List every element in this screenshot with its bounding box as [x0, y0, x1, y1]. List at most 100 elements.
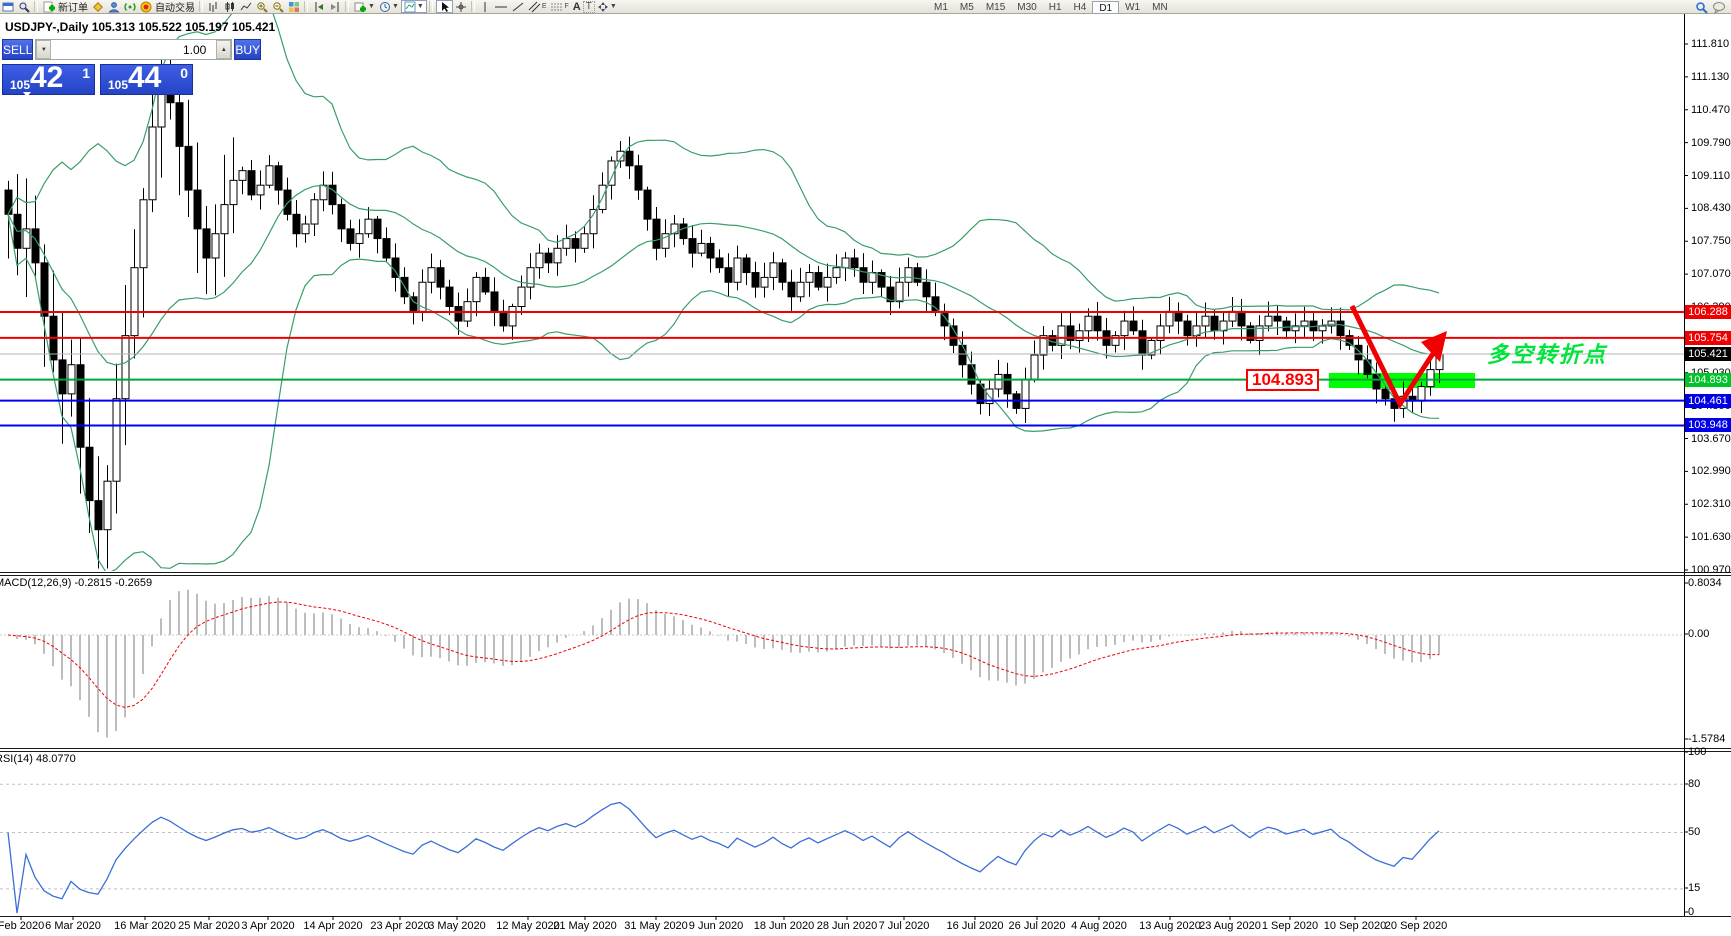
- volume-input[interactable]: [51, 40, 217, 59]
- price-tick: 111.130: [1691, 70, 1730, 83]
- new-order-label: 新订单: [58, 3, 88, 14]
- chat-icon[interactable]: [1710, 1, 1728, 14]
- toolbar: 新订单 自动交易 ▼ ▼ ▼ E F A T ▼ M1 M5 M15 M30 H…: [0, 0, 1731, 14]
- tile-windows-icon[interactable]: [286, 0, 302, 13]
- date-tick: 21 May 2020: [553, 920, 617, 932]
- bar-chart-icon[interactable]: [206, 0, 222, 13]
- support-price-tag[interactable]: 104.893: [1246, 369, 1320, 391]
- horizontal-line-tool-icon[interactable]: [492, 0, 510, 13]
- date-tick: 16 Mar 2020: [114, 920, 176, 932]
- macd-axis-label: 0.00: [1688, 628, 1710, 640]
- macd-axis-label: -1.5784: [1688, 733, 1726, 745]
- rsi-axis-label: 80: [1688, 778, 1701, 790]
- rsi-axis-label: 50: [1688, 826, 1701, 838]
- date-tick: 10 Sep 2020: [1323, 920, 1387, 932]
- history-center-icon[interactable]: [90, 0, 106, 13]
- price-tick: 107.070: [1691, 268, 1731, 281]
- fibonacci-tool-icon[interactable]: F: [548, 0, 570, 13]
- trendline-tool-icon[interactable]: [510, 0, 526, 13]
- sell-button[interactable]: SELL: [2, 39, 34, 60]
- date-tick: 23 Apr 2020: [370, 920, 430, 932]
- text-label-tool-icon[interactable]: T: [582, 0, 595, 13]
- chevron-down-icon: ▼: [391, 3, 399, 10]
- date-tick: Feb 2020: [0, 920, 45, 932]
- one-click-trading-widget: SELL ▼ ▲ BUY 105 42 1 105 44 0: [2, 39, 262, 97]
- signals-icon[interactable]: [122, 0, 138, 13]
- date-tick: 18 Jun 2020: [753, 920, 815, 932]
- autotrading-button[interactable]: 自动交易: [138, 0, 197, 14]
- price-tick: 108.430: [1691, 202, 1731, 215]
- zoom-out-icon[interactable]: [270, 0, 286, 13]
- date-tick: 25 Mar 2020: [178, 920, 240, 932]
- profile-icon[interactable]: [106, 0, 122, 13]
- mt4-terminal-window: 新订单 自动交易 ▼ ▼ ▼ E F A T ▼ M1 M5 M15 M30 H…: [0, 0, 1731, 936]
- timeframe-button-m5[interactable]: M5: [954, 1, 980, 14]
- date-tick: 31 May 2020: [624, 920, 688, 932]
- date-tick: 12 May 2020: [496, 920, 560, 932]
- toolbar-separator: [428, 1, 433, 12]
- zoom-in-icon[interactable]: [254, 0, 270, 13]
- line-chart-icon[interactable]: [238, 0, 254, 13]
- cursor-tool-icon[interactable]: [435, 0, 453, 13]
- auto-scroll-icon[interactable]: [327, 0, 343, 13]
- toolbar-separator: [345, 1, 349, 12]
- candlestick-chart-icon[interactable]: [222, 0, 238, 13]
- volume-spinner: ▼ ▲: [35, 39, 233, 60]
- date-tick: 3 Apr 2020: [241, 920, 295, 932]
- timeframe-button-h4[interactable]: H4: [1068, 1, 1093, 14]
- chart-overlays: USDJPY-,Daily 105.313 105.522 105.197 10…: [0, 0, 1731, 936]
- templates-button[interactable]: ▼: [400, 0, 427, 13]
- timeframe-button-d1[interactable]: D1: [1092, 0, 1120, 14]
- timeframe-button-m30[interactable]: M30: [1011, 1, 1042, 14]
- timeframe-button-h1[interactable]: H1: [1043, 1, 1068, 14]
- chart-title: USDJPY-,Daily 105.313 105.522 105.197 10…: [5, 20, 276, 34]
- date-tick: 6 Mar 2020: [45, 920, 101, 932]
- add-indicator-button[interactable]: ▼: [352, 0, 377, 13]
- new-order-button[interactable]: 新订单: [41, 0, 90, 14]
- one-click-collapse-icon[interactable]: [23, 92, 31, 97]
- market-watch-icon[interactable]: [16, 0, 32, 13]
- channel-tool-icon[interactable]: E: [526, 0, 549, 13]
- date-tick: 26 Jul 2020: [1008, 920, 1066, 932]
- timeframe-button-m1[interactable]: M1: [928, 1, 954, 14]
- price-badge: 103.948: [1685, 418, 1731, 433]
- timeframe-button-w1[interactable]: W1: [1119, 1, 1146, 14]
- date-tick: 16 Jul 2020: [946, 920, 1004, 932]
- timeframe-button-m15[interactable]: M15: [980, 1, 1011, 14]
- toolbar-separator: [470, 1, 475, 12]
- rsi-axis-label: 100: [1688, 746, 1707, 758]
- vertical-line-tool-icon[interactable]: [478, 0, 492, 13]
- turning-point-label[interactable]: 多空转折点: [1487, 337, 1607, 369]
- search-icon[interactable]: [1693, 1, 1710, 14]
- buy-price-big-figure: 105: [108, 78, 129, 92]
- buy-price-point: 0: [180, 65, 188, 81]
- date-tick: 9 Jun 2020: [688, 920, 744, 932]
- rsi-label: RSI(14) 48.0770: [0, 753, 76, 765]
- price-badge: 106.288: [1685, 304, 1731, 319]
- date-tick: 23 Aug 2020: [1199, 920, 1261, 932]
- buy-price-panel[interactable]: 105 44 0: [100, 61, 193, 95]
- text-tool-icon[interactable]: A: [571, 0, 583, 13]
- price-tick: 110.470: [1691, 103, 1730, 116]
- arrows-tool-icon[interactable]: ▼: [595, 0, 619, 13]
- price-badge: 105.421: [1685, 347, 1731, 362]
- text-tool-glyph: A: [572, 0, 581, 13]
- price-badge: 104.461: [1685, 393, 1731, 408]
- toolbar-separator: [304, 1, 308, 12]
- crosshair-tool-icon[interactable]: [453, 0, 469, 13]
- price-tick: 103.670: [1691, 432, 1731, 445]
- periods-button[interactable]: ▼: [377, 0, 401, 13]
- new-chart-window-icon[interactable]: [0, 0, 16, 13]
- timeframe-button-mn[interactable]: MN: [1146, 1, 1174, 14]
- price-tick: 107.750: [1691, 235, 1731, 248]
- price-badge: 104.893: [1685, 372, 1731, 387]
- volume-decrease-button[interactable]: ▼: [36, 40, 52, 59]
- chart-shift-icon[interactable]: [311, 0, 327, 13]
- volume-increase-button[interactable]: ▲: [216, 40, 232, 59]
- rsi-axis-label: 0: [1688, 906, 1695, 918]
- date-tick: 4 Aug 2020: [1071, 920, 1127, 932]
- buy-button[interactable]: BUY: [234, 39, 262, 60]
- sell-price-panel[interactable]: 105 42 1: [2, 61, 95, 97]
- price-tick: 102.990: [1691, 465, 1731, 478]
- macd-label: MACD(12,26,9) -0.2815 -0.2659: [0, 577, 153, 589]
